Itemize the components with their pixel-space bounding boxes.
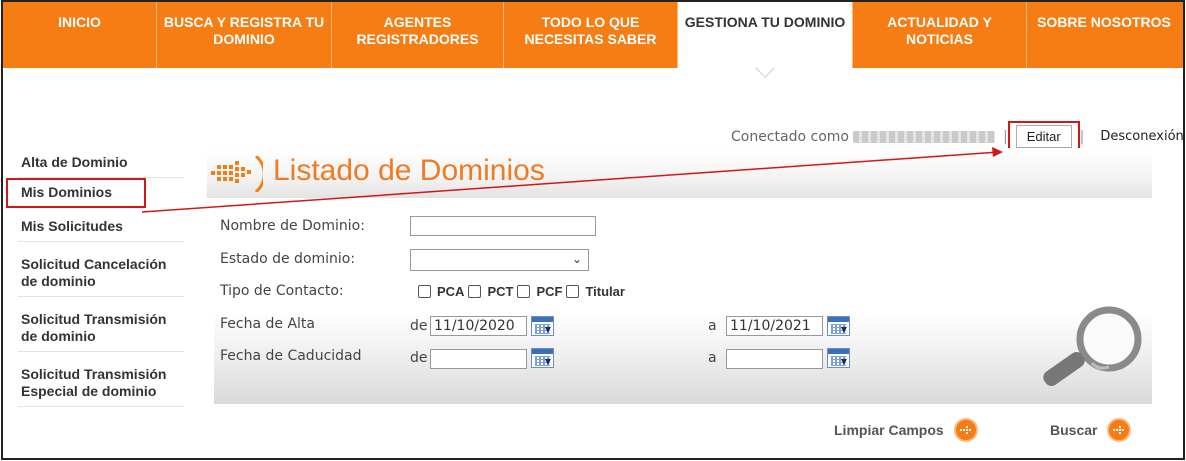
redacted-username <box>852 130 995 143</box>
nav-item-busca-registra[interactable]: BUSCA Y REGISTRA TU DOMINIO <box>157 2 332 68</box>
title-band: Listado de Dominios <box>207 148 1152 198</box>
calendar-icon[interactable]: ▼ <box>531 316 554 336</box>
alta-to-label: a <box>708 318 717 334</box>
alta-to-input[interactable]: 11/10/2021 <box>726 316 823 336</box>
alta-from-label: de <box>410 318 428 334</box>
nav-label: TODO LO QUE NECESITAS SABER <box>524 14 657 47</box>
connected-label: Conectado como <box>731 128 849 145</box>
checkbox-pct[interactable] <box>468 285 482 298</box>
logout-link[interactable]: Desconexión <box>1100 129 1183 144</box>
search-form: Nombre de Dominio: Estado de dominio: ⌄ … <box>214 198 1152 404</box>
sidebar-item-transmision[interactable]: Solicitud Transmisión de dominio <box>18 297 184 352</box>
sidebar-item-alta-dominio[interactable]: Alta de Dominio <box>18 148 184 178</box>
nav-label: INICIO <box>58 14 101 30</box>
checkbox-pcf-label: PCF <box>536 284 563 299</box>
sidebar-item-cancelacion[interactable]: Solicitud Cancelación de dominio <box>18 242 184 297</box>
alta-from-input[interactable]: 11/10/2020 <box>430 316 527 336</box>
contact-type-checkboxes: PCA PCT PCF Titular <box>414 284 625 299</box>
clear-fields-label: Limpiar Campos <box>834 422 944 438</box>
chevron-down-icon: ⌄ <box>571 252 582 266</box>
status-label: Estado de dominio: <box>220 251 356 267</box>
caducidad-to-input[interactable] <box>726 349 823 369</box>
active-caret <box>755 58 775 78</box>
edit-highlight: Editar <box>1007 121 1080 152</box>
checkbox-pca[interactable] <box>418 285 431 298</box>
caducidad-from-label: de <box>410 350 428 366</box>
calendar-icon[interactable]: ▼ <box>827 348 850 368</box>
sidebar-item-mis-solicitudes[interactable]: Mis Solicitudes <box>18 208 184 242</box>
sidebar-item-mis-dominios[interactable]: Mis Dominios <box>6 178 146 208</box>
checkbox-pcf[interactable] <box>517 285 531 298</box>
nav-item-agentes[interactable]: AGENTES REGISTRADORES <box>332 2 504 68</box>
calendar-icon[interactable]: ▼ <box>827 316 850 336</box>
checkbox-titular[interactable] <box>566 285 580 298</box>
contact-type-label: Tipo de Contacto: <box>220 283 344 299</box>
caducidad-to-label: a <box>708 350 717 366</box>
arrow-right-icon <box>211 156 263 192</box>
main-navigation: INICIO BUSCA Y REGISTRA TU DOMINIO AGENT… <box>3 2 1183 78</box>
search-button[interactable]: Buscar <box>1050 418 1132 442</box>
caducidad-date-label: Fecha de Caducidad <box>220 348 362 364</box>
sidebar: Alta de Dominio Mis Dominios Mis Solicit… <box>6 148 184 407</box>
search-label: Buscar <box>1050 422 1098 438</box>
domain-name-label: Nombre de Dominio: <box>220 218 365 234</box>
calendar-icon[interactable]: ▼ <box>531 348 554 368</box>
page-frame: INICIO BUSCA Y REGISTRA TU DOMINIO AGENT… <box>1 0 1185 460</box>
nav-item-sobre-nosotros[interactable]: SOBRE NOSOTROS <box>1027 2 1181 68</box>
separator: | <box>1079 128 1085 145</box>
status-select[interactable]: ⌄ <box>410 249 589 271</box>
sidebar-item-transmision-especial[interactable]: Solicitud Transmisión Especial de domini… <box>18 352 184 407</box>
arrow-right-icon <box>1107 418 1132 442</box>
nav-label: AGENTES REGISTRADORES <box>356 14 479 47</box>
checkbox-pca-label: PCA <box>437 284 465 299</box>
domain-name-input[interactable] <box>410 216 596 236</box>
checkbox-titular-label: Titular <box>585 284 625 299</box>
alta-date-label: Fecha de Alta <box>220 316 315 332</box>
page-title: Listado de Dominios <box>273 154 545 187</box>
clear-fields-button[interactable]: Limpiar Campos <box>834 418 978 442</box>
nav-label: GESTIONA TU DOMINIO <box>684 14 846 30</box>
checkbox-pct-label: PCT <box>487 284 514 299</box>
separator: | <box>1002 128 1008 145</box>
nav-item-actualidad[interactable]: ACTUALIDAD Y NOTICIAS <box>853 2 1027 68</box>
nav-label: ACTUALIDAD Y NOTICIAS <box>887 14 992 47</box>
nav-label: SOBRE NOSOTROS <box>1037 14 1171 30</box>
session-bar: Conectado como | Editar | Desconexión <box>731 121 1183 152</box>
edit-button[interactable]: Editar <box>1015 125 1072 148</box>
caducidad-from-input[interactable] <box>430 349 527 369</box>
magnifier-icon <box>1043 306 1142 386</box>
nav-item-inicio[interactable]: INICIO <box>3 2 157 68</box>
nav-item-todo-lo-que[interactable]: TODO LO QUE NECESITAS SABER <box>504 2 678 68</box>
arrow-right-icon <box>953 418 978 442</box>
nav-item-gestiona[interactable]: GESTIONA TU DOMINIO <box>678 2 853 78</box>
nav-label: BUSCA Y REGISTRA TU DOMINIO <box>163 14 325 47</box>
